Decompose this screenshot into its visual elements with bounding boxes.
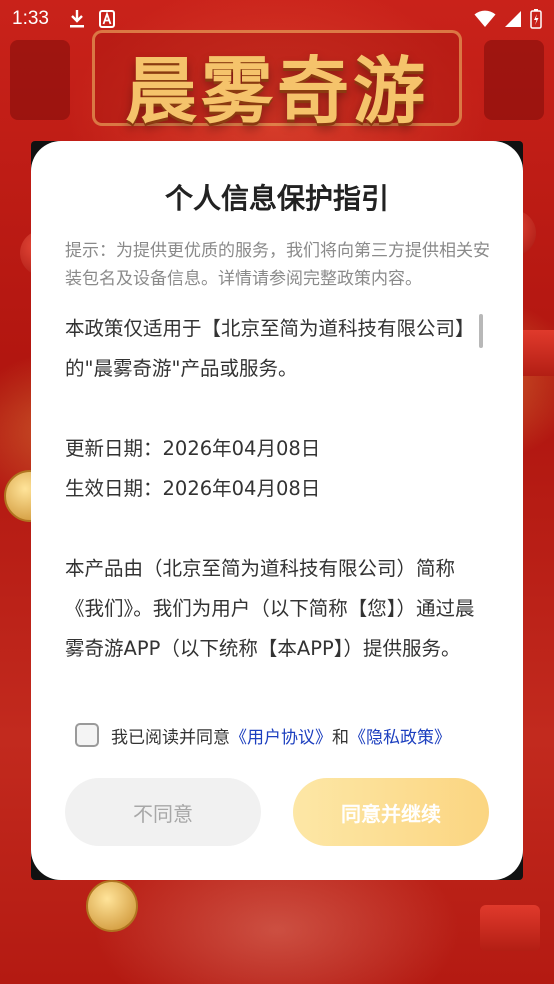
policy-content[interactable]: 本政策仅适用于【北京至简为道科技有限公司】的"晨雾奇游"产品或服务。 更新日期：… [65, 309, 485, 689]
policy-scope-text: 本政策仅适用于【北京至简为道科技有限公司】的"晨雾奇游"产品或服务。 [65, 317, 475, 380]
signal-icon [505, 11, 521, 27]
content-scrollbar[interactable] [479, 314, 483, 348]
agree-continue-button[interactable]: 同意并继续 [293, 778, 489, 846]
battery-icon [530, 9, 542, 29]
privacy-dialog: 个人信息保护指引 提示：为提供更优质的服务，我们将向第三方提供相关安装包名及设备… [31, 141, 523, 880]
a-badge-icon [98, 10, 115, 28]
effective-date-text: 生效日期：2026年04月08日 [65, 477, 321, 500]
and-text: 和 [332, 727, 349, 748]
game-title: 晨雾奇游 [124, 49, 429, 133]
status-bar: 1:33 [0, 0, 554, 38]
agree-row: 我已阅读并同意 《用户协议》 和 《隐私政策》 [75, 721, 495, 749]
dialog-hint: 提示：为提供更优质的服务，我们将向第三方提供相关安装包名及设备信息。详情请参阅完… [65, 241, 490, 289]
company-intro-text: 本产品由（北京至简为道科技有限公司）简称《我们》。我们为用户（以下简称【您】）通… [65, 557, 475, 660]
privacy-policy-link[interactable]: 《隐私政策》 [349, 723, 451, 748]
wifi-icon [474, 10, 496, 27]
update-date-text: 更新日期：2026年04月08日 [65, 437, 321, 460]
disagree-button[interactable]: 不同意 [65, 778, 261, 846]
agree-prefix-text: 我已阅读并同意 [111, 727, 230, 748]
red-envelope-decoration [480, 905, 540, 951]
status-time: 1:33 [12, 8, 49, 29]
agree-checkbox[interactable] [75, 723, 99, 747]
user-agreement-link[interactable]: 《用户协议》 [230, 723, 332, 748]
gold-coin-decoration [86, 880, 138, 932]
dialog-title: 个人信息保护指引 [164, 182, 389, 215]
download-icon [69, 10, 84, 28]
